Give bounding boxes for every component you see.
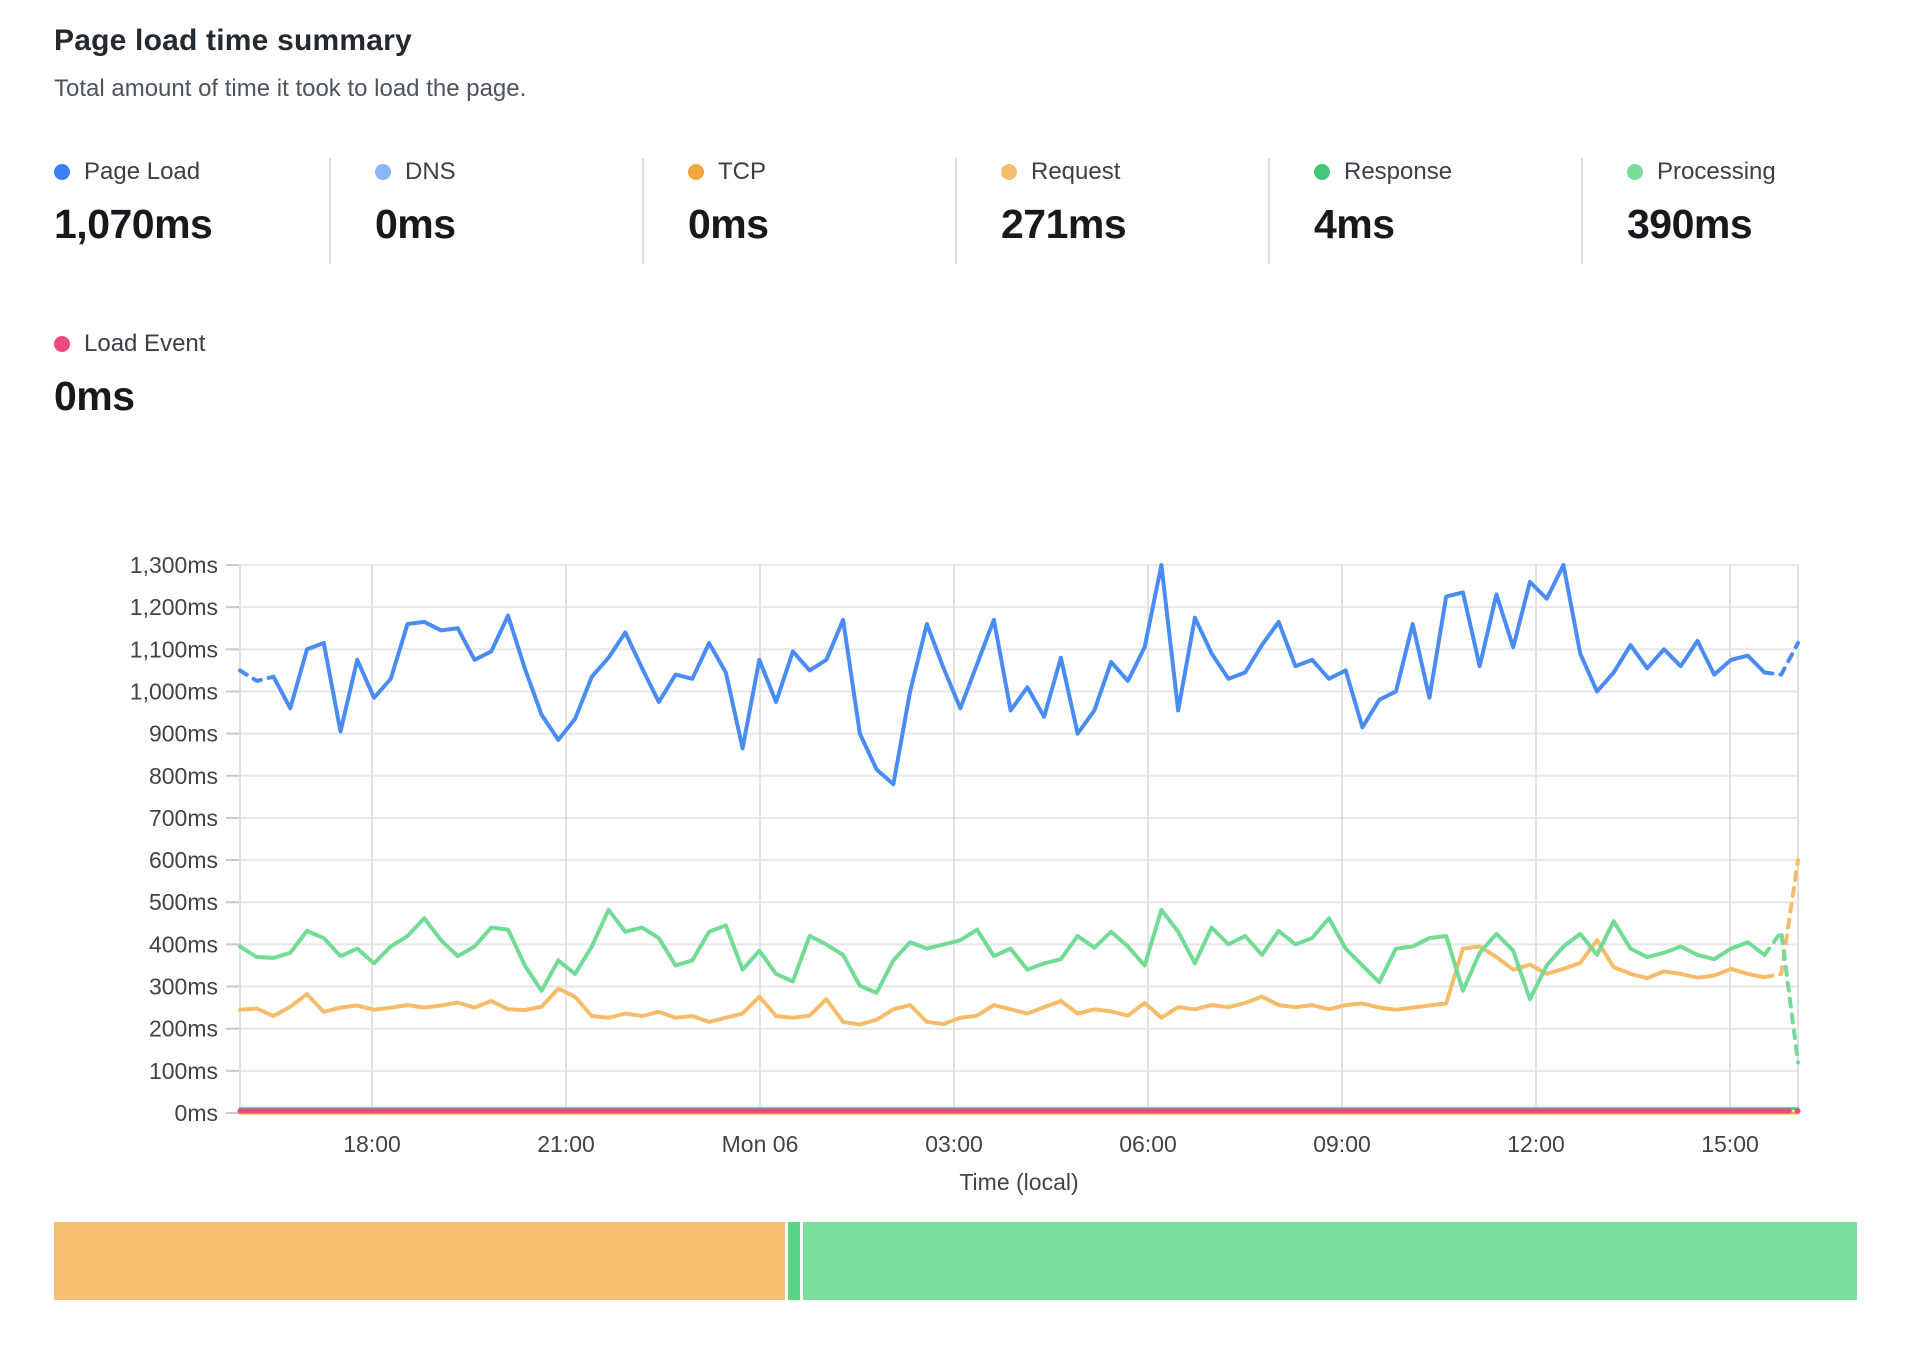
x-tick-label: 06:00 <box>1119 1131 1177 1157</box>
y-tick-label: 700ms <box>149 805 218 831</box>
y-tick-label: 1,300ms <box>130 552 218 578</box>
y-tick-label: 800ms <box>149 763 218 789</box>
x-tick-label: 15:00 <box>1701 1131 1759 1157</box>
series-line-page-load <box>274 565 1765 784</box>
y-tick-label: 200ms <box>149 1016 218 1042</box>
timeseries-chart: 0ms 100ms 200ms 300ms 400ms 500ms 600ms 700ms 80… <box>0 0 1910 1352</box>
y-tick-label: 0ms <box>175 1100 218 1126</box>
x-tick-label: 12:00 <box>1507 1131 1565 1157</box>
x-tick-label: 21:00 <box>537 1131 595 1157</box>
y-tick-label: 1,100ms <box>130 636 218 662</box>
bar-segment-processing-share[interactable] <box>803 1222 1857 1300</box>
y-tick-label: 900ms <box>149 721 218 747</box>
bar-segment-request-share[interactable] <box>54 1222 785 1300</box>
y-tick-label: 300ms <box>149 974 218 1000</box>
series-line-page-load <box>1764 643 1798 675</box>
x-axis-title: Time (local) <box>959 1169 1078 1195</box>
y-tick-label: 1,000ms <box>130 678 218 704</box>
x-tick-label: 18:00 <box>343 1131 401 1157</box>
series-line-request <box>1764 860 1798 977</box>
x-tick-label: Mon 06 <box>722 1131 799 1157</box>
y-tick-label: 400ms <box>149 931 218 957</box>
bar-segment-response-share[interactable] <box>788 1222 800 1300</box>
x-tick-label: 03:00 <box>925 1131 983 1157</box>
y-tick-label: 1,200ms <box>130 594 218 620</box>
y-tick-label: 100ms <box>149 1058 218 1084</box>
y-tick-label: 500ms <box>149 889 218 915</box>
series-line-processing <box>1764 932 1798 1063</box>
page-load-time-panel: Page load time summary Total amount of t… <box>0 0 1910 1352</box>
x-tick-label: 09:00 <box>1313 1131 1371 1157</box>
time-distribution-bar[interactable] <box>54 1222 1857 1300</box>
y-tick-label: 600ms <box>149 847 218 873</box>
series-line-page-load <box>240 670 274 681</box>
